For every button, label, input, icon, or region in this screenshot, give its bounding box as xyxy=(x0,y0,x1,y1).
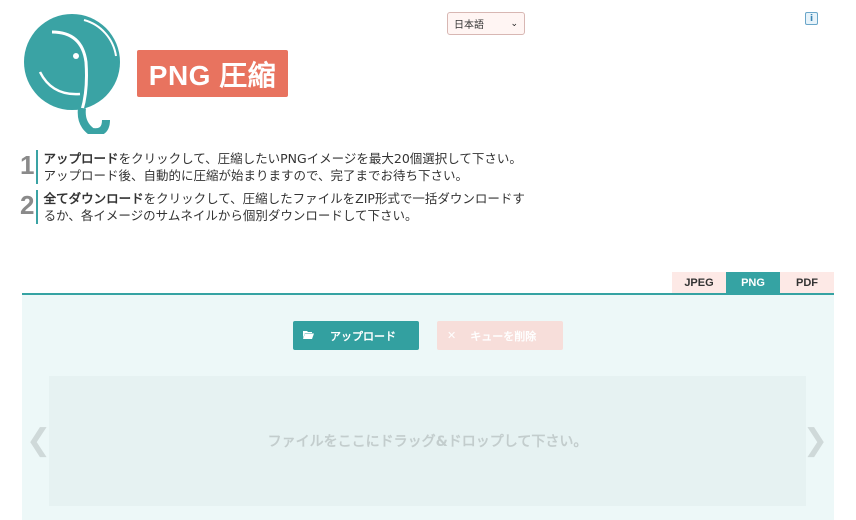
folder-open-icon xyxy=(303,329,314,342)
tab-png[interactable]: PNG xyxy=(726,272,780,294)
step-text: 全てダウンロードをクリックして、圧縮したファイルをZIP形式で一括ダウンロードす… xyxy=(44,190,530,224)
step-keyword: アップロード xyxy=(43,151,119,166)
upload-button[interactable]: アップロード xyxy=(293,321,419,350)
chevron-down-icon: ⌄ xyxy=(510,18,518,29)
step-1: 1 アップロードをクリックして、圧縮したいPNGイメージを最大20個選択して下さ… xyxy=(20,150,530,184)
upload-button-label: アップロード xyxy=(330,329,396,343)
instructions: 1 アップロードをクリックして、圧縮したいPNGイメージを最大20個選択して下さ… xyxy=(20,150,530,230)
close-icon: ✕ xyxy=(447,329,457,342)
page-title: PNG 圧縮 xyxy=(137,50,288,97)
info-icon[interactable]: i xyxy=(805,12,818,25)
step-text: アップロードをクリックして、圧縮したいPNGイメージを最大20個選択して下さい。… xyxy=(44,150,530,184)
drop-zone-text: ファイルをここにドラッグ&ドロップして下さい。 xyxy=(267,434,588,450)
step-number: 1 xyxy=(20,150,35,180)
tab-jpeg[interactable]: JPEG xyxy=(672,272,726,294)
step-2: 2 全てダウンロードをクリックして、圧縮したファイルをZIP形式で一括ダウンロー… xyxy=(20,190,530,224)
language-select[interactable]: 日本語 ⌄ xyxy=(447,12,525,35)
format-tabs: JPEG PNG PDF xyxy=(672,272,834,294)
step-keyword: 全てダウンロード xyxy=(43,191,144,206)
step-divider xyxy=(36,150,38,184)
step-divider xyxy=(36,190,38,224)
workspace: アップロード ✕ キューを削除 ❮ ファイルをここにドラッグ&ドロップして下さい… xyxy=(22,295,834,520)
drop-zone[interactable]: ファイルをここにドラッグ&ドロップして下さい。 xyxy=(49,376,806,506)
elephant-logo xyxy=(22,12,122,137)
tab-pdf[interactable]: PDF xyxy=(780,272,834,294)
clear-queue-button[interactable]: ✕ キューを削除 xyxy=(437,321,563,350)
language-select-value: 日本語 xyxy=(454,20,484,31)
prev-arrow-icon[interactable]: ❮ xyxy=(26,423,51,458)
step-number: 2 xyxy=(20,190,35,220)
next-arrow-icon[interactable]: ❯ xyxy=(803,423,828,458)
clear-queue-button-label: キューを削除 xyxy=(470,329,537,343)
